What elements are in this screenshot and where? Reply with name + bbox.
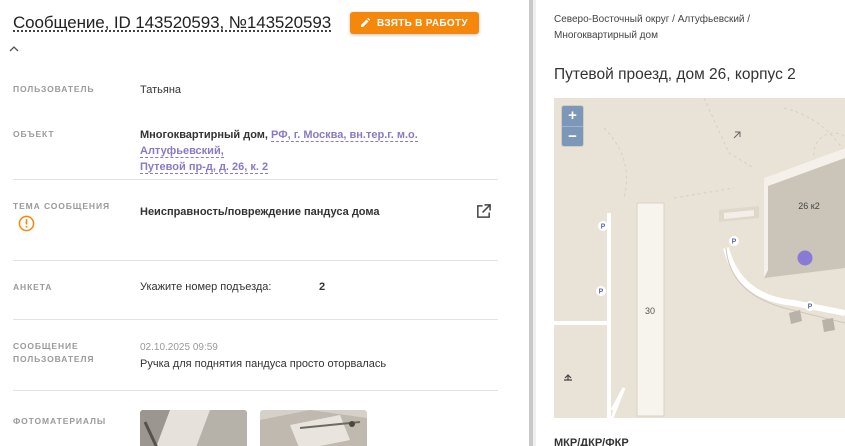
- location-panel: Северо-Восточный округ / Алтуфьевский / …: [536, 0, 845, 446]
- road-label: 30: [645, 306, 655, 316]
- parking-icon: P: [599, 289, 604, 296]
- object-value: Многоквартирный дом, РФ, г. Москва, вн.т…: [140, 127, 500, 175]
- zoom-out-button[interactable]: −: [562, 126, 583, 146]
- repair-program-label: МКР/ДКР/ФКР: [554, 437, 629, 446]
- warning-icon: [18, 215, 35, 232]
- map-canvas: P P P P 30 26 к2: [554, 98, 845, 418]
- take-to-work-label: ВЗЯТЬ В РАБОТУ: [377, 17, 468, 29]
- user-value: Татьяна: [140, 84, 182, 96]
- message-date: 02.10.2025 09:59: [140, 342, 218, 353]
- user-row: ПОЛЬЗОВАТЕЛЬ Татьяна: [13, 83, 498, 101]
- message-header: Сообщение, ID 143520593, №143520593 ВЗЯТ…: [13, 12, 528, 42]
- building-label: 26 к2: [798, 201, 819, 211]
- breadcrumb-line1: Северо-Восточный округ / Алтуфьевский /: [554, 14, 751, 25]
- divider: [13, 179, 498, 180]
- breadcrumb-line2: Многоквартирный дом: [554, 30, 658, 41]
- parking-icon: P: [601, 224, 606, 231]
- zoom-in-button[interactable]: +: [562, 106, 583, 126]
- object-address-link-line2[interactable]: Путевой пр-д, д. 26, к. 2: [140, 161, 269, 174]
- message-row: СООБЩЕНИЕ ПОЛЬЗОВАТЕЛЯ 02.10.2025 09:59 …: [13, 340, 498, 372]
- survey-answer: 2: [319, 281, 326, 293]
- message-label: СООБЩЕНИЕ ПОЛЬЗОВАТЕЛЯ: [13, 340, 94, 366]
- message-body: 02.10.2025 09:59 Ручка для поднятия панд…: [140, 339, 386, 372]
- divider: [13, 260, 498, 261]
- chevron-up-icon[interactable]: [9, 44, 19, 54]
- topic-value: Неисправность/повреждение пандуса дома: [140, 206, 380, 218]
- parking-icon: P: [732, 239, 737, 246]
- survey-question: Укажите номер подъезда:: [140, 281, 272, 293]
- message-text: Ручка для поднятия пандуса просто оторва…: [140, 358, 387, 370]
- message-label-line2: ПОЛЬЗОВАТЕЛЯ: [13, 354, 95, 364]
- topic-row: ТЕМА СООБЩЕНИЯ Неисправность/повреждение…: [13, 200, 498, 240]
- photo-thumbnail[interactable]: [140, 410, 247, 446]
- object-type: Многоквартирный дом,: [140, 129, 272, 141]
- address-title: Путевой проезд, дом 26, корпус 2: [554, 66, 796, 83]
- photos-row: ФОТОМАТЕРИАЛЫ: [13, 415, 498, 435]
- user-label: ПОЛЬЗОВАТЕЛЬ: [13, 84, 95, 94]
- message-label-line1: СООБЩЕНИЕ: [13, 341, 79, 351]
- external-link-icon[interactable]: [475, 203, 492, 220]
- take-to-work-button[interactable]: ВЗЯТЬ В РАБОТУ: [350, 12, 479, 34]
- topic-label: ТЕМА СООБЩЕНИЯ: [13, 201, 110, 211]
- divider: [13, 390, 498, 391]
- pencil-icon: [361, 18, 370, 27]
- parking-icon: P: [808, 304, 813, 311]
- survey-label: АНКЕТА: [13, 282, 53, 292]
- location-marker[interactable]: [797, 250, 813, 266]
- message-panel: Сообщение, ID 143520593, №143520593 ВЗЯТ…: [0, 0, 528, 446]
- object-label: ОБЪЕКТ: [13, 129, 55, 139]
- photos-label: ФОТОМАТЕРИАЛЫ: [13, 416, 107, 426]
- survey-row: АНКЕТА Укажите номер подъезда: 2: [13, 281, 498, 299]
- photo-thumbnail[interactable]: [260, 410, 367, 446]
- divider: [13, 319, 498, 320]
- map[interactable]: P P P P 30 26 к2 + −: [554, 98, 845, 418]
- message-title[interactable]: Сообщение, ID 143520593, №143520593: [13, 13, 331, 33]
- object-row: ОБЪЕКТ Многоквартирный дом, РФ, г. Москв…: [13, 128, 498, 174]
- zoom-controls: + −: [562, 106, 583, 146]
- breadcrumb: Северо-Восточный округ / Алтуфьевский / …: [554, 12, 784, 44]
